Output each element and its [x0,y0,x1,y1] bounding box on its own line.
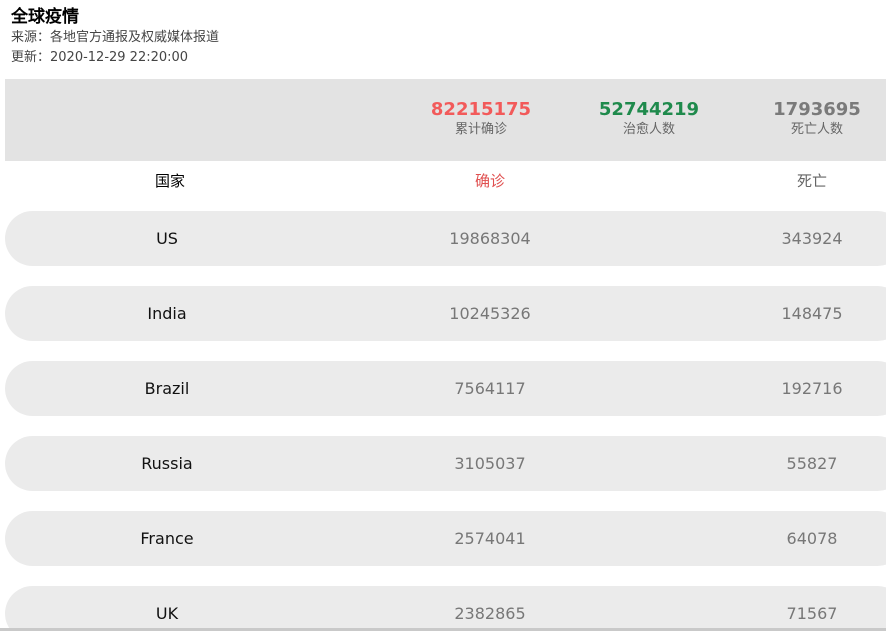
stat-deaths-label: 死亡人数 [790,122,843,137]
row-country: France [140,529,194,548]
row-confirmed: 2382865 [454,604,526,623]
stat-confirmed-label: 累计确诊 [454,122,507,137]
stat-recovered-label: 治愈人数 [622,122,675,137]
row-confirmed: 10245326 [449,304,531,323]
column-header-confirmed: 确诊 [474,172,505,190]
table-row[interactable]: US 19868304 343924 [5,211,886,266]
row-deaths: 55827 [786,454,838,473]
row-deaths: 64078 [786,529,838,548]
summary-panel: 82215175 累计确诊 52744219 治愈人数 1793695 死亡人数 [5,79,886,161]
row-country: UK [155,604,179,623]
table-row[interactable]: India 10245326 148475 [5,286,886,341]
page-title: 全球疫情 [11,7,79,27]
row-country: Brazil [144,379,190,398]
stat-confirmed: 82215175 累计确诊 [411,99,551,139]
country-list: US 19868304 343924 India 10245326 148475… [5,211,886,631]
table-row[interactable]: UK 2382865 71567 [5,586,886,631]
updated-timestamp: 更新：2020-12-29 22:20:00 [11,50,189,65]
covid-dashboard: 全球疫情 来源：各地官方通报及权威媒体报道 更新：2020-12-29 22:2… [0,0,886,631]
table-row[interactable]: France 2574041 64078 [5,511,886,566]
stat-confirmed-value: 82215175 [430,99,532,120]
table-row[interactable]: Brazil 7564117 192716 [5,361,886,416]
stat-recovered-value: 52744219 [598,99,700,120]
source-text: 来源：各地官方通报及权威媒体报道 [11,30,220,45]
stat-deaths-value: 1793695 [773,99,861,120]
row-confirmed: 3105037 [454,454,526,473]
stat-recovered: 52744219 治愈人数 [579,99,719,139]
row-country: US [156,229,178,248]
row-confirmed: 7564117 [454,379,526,398]
row-confirmed: 19868304 [449,229,531,248]
row-country: India [147,304,187,323]
row-deaths: 343924 [781,229,843,248]
row-country: Russia [141,454,193,473]
column-header-deaths: 死亡 [796,172,827,190]
stat-deaths: 1793695 死亡人数 [747,99,886,139]
table-header: 国家 确诊 死亡 [0,170,886,194]
column-header-country: 国家 [154,172,185,190]
row-deaths: 71567 [786,604,838,623]
table-row[interactable]: Russia 3105037 55827 [5,436,886,491]
row-confirmed: 2574041 [454,529,526,548]
row-deaths: 148475 [781,304,843,323]
row-deaths: 192716 [781,379,843,398]
